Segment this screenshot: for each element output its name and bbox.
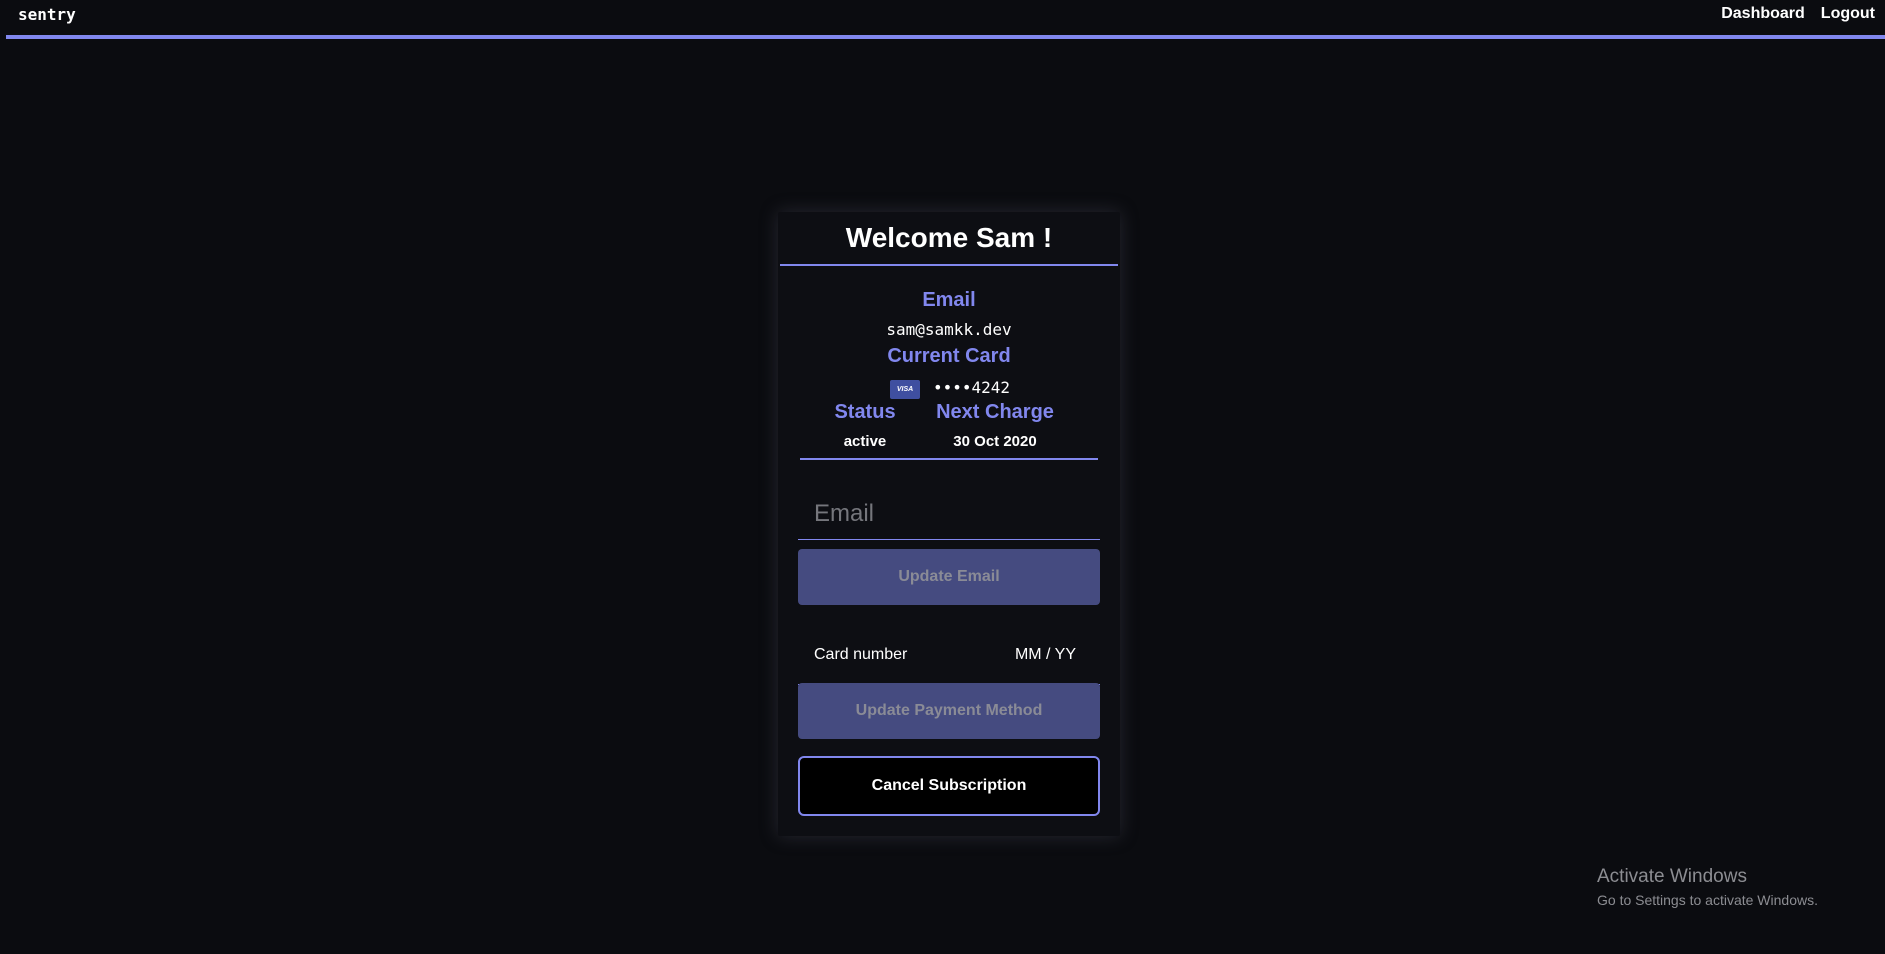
watermark-subtitle: Go to Settings to activate Windows. bbox=[1597, 892, 1818, 908]
current-card-label: Current Card bbox=[887, 345, 1011, 367]
top-navbar: sentry Dashboard Logout bbox=[0, 0, 1885, 40]
email-label: Email bbox=[922, 289, 976, 311]
brand-logo[interactable]: sentry bbox=[18, 5, 76, 24]
update-email-button[interactable]: Update Email bbox=[798, 549, 1100, 605]
email-value: sam@samkk.dev bbox=[886, 320, 1012, 339]
nav-dashboard-link[interactable]: Dashboard bbox=[1721, 5, 1805, 23]
account-card: Welcome Sam ! Email sam@samkk.dev Curren… bbox=[778, 212, 1120, 836]
info-divider bbox=[800, 458, 1098, 460]
welcome-title: Welcome Sam ! bbox=[845, 222, 1053, 253]
nav-logout-link[interactable]: Logout bbox=[1821, 5, 1875, 23]
status-label: Status bbox=[834, 401, 896, 423]
nav-links: Dashboard Logout bbox=[1721, 5, 1875, 23]
watermark-title: Activate Windows bbox=[1597, 866, 1747, 887]
card-expiry-placeholder[interactable]: MM / YY bbox=[1015, 646, 1076, 664]
update-payment-button[interactable]: Update Payment Method bbox=[798, 683, 1100, 739]
status-value: active bbox=[843, 433, 887, 450]
email-input[interactable] bbox=[798, 488, 1100, 540]
title-divider bbox=[780, 264, 1118, 266]
card-last4-value: ••••4242 bbox=[933, 378, 1011, 397]
next-charge-value: 30 Oct 2020 bbox=[953, 433, 1037, 450]
card-number-placeholder[interactable]: Card number bbox=[814, 646, 907, 664]
card-input-field[interactable]: Card number MM / YY bbox=[798, 627, 1100, 685]
cancel-subscription-button[interactable]: Cancel Subscription bbox=[798, 756, 1100, 816]
windows-activation-watermark: Activate Windows Go to Settings to activ… bbox=[1597, 866, 1818, 908]
next-charge-label: Next Charge bbox=[936, 401, 1054, 423]
header-divider bbox=[6, 35, 1885, 39]
visa-card-icon: VISA bbox=[890, 380, 920, 399]
